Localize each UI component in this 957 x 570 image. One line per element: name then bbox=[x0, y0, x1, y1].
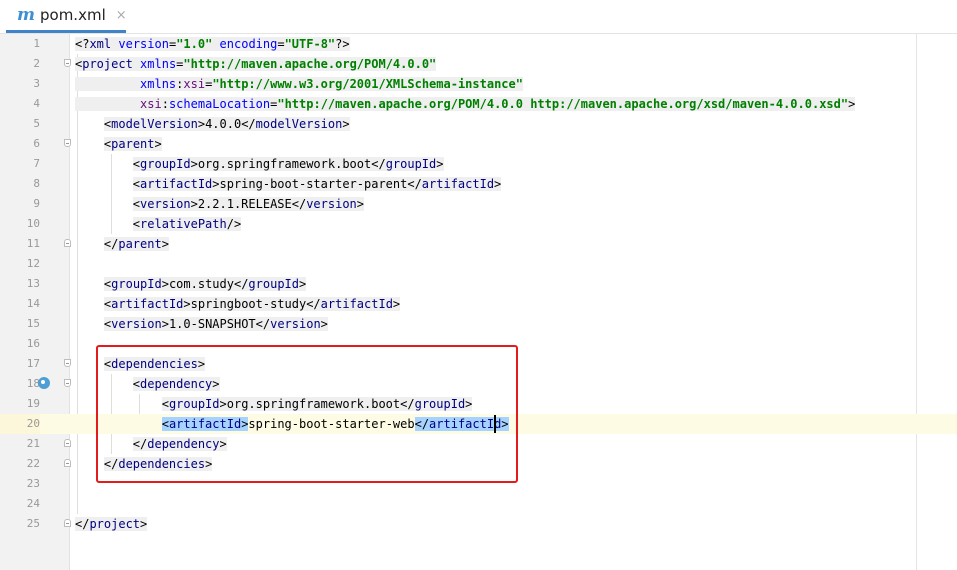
code-line[interactable]: 3 xmlns:xsi="http://www.w3.org/2001/XMLS… bbox=[0, 74, 957, 94]
tab-label: pom.xml bbox=[40, 6, 106, 24]
code-text[interactable]: <artifactId>springboot-study</artifactId… bbox=[75, 294, 401, 314]
code-text[interactable]: xsi:schemaLocation="http://maven.apache.… bbox=[75, 94, 856, 114]
line-number: 18 bbox=[26, 377, 40, 390]
code-text[interactable]: </parent> bbox=[75, 234, 169, 254]
fold-collapse-icon[interactable] bbox=[64, 139, 71, 147]
code-line[interactable]: 24 bbox=[0, 494, 957, 514]
line-number: 15 bbox=[26, 317, 40, 330]
code-line[interactable]: 4 xsi:schemaLocation="http://maven.apach… bbox=[0, 94, 957, 114]
code-line[interactable]: 6 <parent> bbox=[0, 134, 957, 154]
code-line[interactable]: 15 <version>1.0-SNAPSHOT</version> bbox=[0, 314, 957, 334]
line-number: 21 bbox=[26, 437, 40, 450]
line-number: 8 bbox=[33, 177, 40, 190]
maven-icon: m bbox=[17, 5, 35, 25]
line-number: 11 bbox=[26, 237, 40, 250]
fold-end-icon[interactable] bbox=[64, 239, 71, 247]
line-number: 25 bbox=[26, 517, 40, 530]
line-number: 3 bbox=[33, 77, 40, 90]
line-number: 22 bbox=[26, 457, 40, 470]
annotation-highlight-box bbox=[96, 345, 518, 483]
line-number: 6 bbox=[33, 137, 40, 150]
fold-end-icon[interactable] bbox=[64, 519, 71, 527]
close-icon[interactable]: × bbox=[116, 8, 127, 23]
code-text[interactable]: <groupId>com.study</groupId> bbox=[75, 274, 307, 294]
code-text[interactable]: <parent> bbox=[75, 134, 162, 154]
line-number: 4 bbox=[33, 97, 40, 110]
code-text[interactable]: <modelVersion>4.0.0</modelVersion> bbox=[75, 114, 350, 134]
code-line[interactable]: 8 <artifactId>spring-boot-starter-parent… bbox=[0, 174, 957, 194]
code-line[interactable]: 11 </parent> bbox=[0, 234, 957, 254]
fold-end-icon[interactable] bbox=[64, 459, 71, 467]
code-line[interactable]: 25 </project> bbox=[0, 514, 957, 534]
code-text[interactable]: <?xml version="1.0" encoding="UTF-8"?> bbox=[75, 34, 350, 54]
code-text[interactable]: <groupId>org.springframework.boot</group… bbox=[75, 154, 444, 174]
line-number: 13 bbox=[26, 277, 40, 290]
code-line[interactable]: 14 <artifactId>springboot-study</artifac… bbox=[0, 294, 957, 314]
code-text[interactable]: <version>1.0-SNAPSHOT</version> bbox=[75, 314, 328, 334]
line-number: 19 bbox=[26, 397, 40, 410]
line-number: 24 bbox=[26, 497, 40, 510]
line-number: 17 bbox=[26, 357, 40, 370]
line-number: 20 bbox=[0, 414, 40, 434]
editor-tab-bar: m pom.xml × bbox=[0, 0, 957, 34]
dependency-gutter-icon[interactable] bbox=[38, 377, 50, 389]
line-number: 14 bbox=[26, 297, 40, 310]
line-number: 23 bbox=[26, 477, 40, 490]
code-text[interactable]: <version>2.2.1.RELEASE</version> bbox=[75, 194, 365, 214]
code-line[interactable]: 1 <?xml version="1.0" encoding="UTF-8"?> bbox=[0, 34, 957, 54]
code-line[interactable]: 9 <version>2.2.1.RELEASE</version> bbox=[0, 194, 957, 214]
tab-pom-xml[interactable]: m pom.xml × bbox=[6, 0, 127, 33]
fold-collapse-icon[interactable] bbox=[64, 59, 71, 67]
code-editor[interactable]: 1 <?xml version="1.0" encoding="UTF-8"?> 2… bbox=[0, 34, 957, 570]
code-line[interactable]: 10 <relativePath/> bbox=[0, 214, 957, 234]
line-number: 2 bbox=[33, 57, 40, 70]
code-text[interactable]: xmlns:xsi="http://www.w3.org/2001/XMLSch… bbox=[75, 74, 523, 94]
code-line[interactable]: 12 bbox=[0, 254, 957, 274]
fold-end-icon[interactable] bbox=[64, 439, 71, 447]
line-number: 1 bbox=[33, 37, 40, 50]
code-text[interactable]: <relativePath/> bbox=[75, 214, 242, 234]
line-number: 9 bbox=[33, 197, 40, 210]
line-number: 10 bbox=[26, 217, 40, 230]
code-line[interactable]: 5 <modelVersion>4.0.0</modelVersion> bbox=[0, 114, 957, 134]
line-number: 5 bbox=[33, 117, 40, 130]
code-text[interactable]: <artifactId>spring-boot-starter-parent</… bbox=[75, 174, 502, 194]
code-text[interactable]: </project> bbox=[75, 514, 148, 534]
code-line[interactable]: 2 <project xmlns="http://maven.apache.org… bbox=[0, 54, 957, 74]
code-line[interactable]: 7 <groupId>org.springframework.boot</gro… bbox=[0, 154, 957, 174]
line-number: 12 bbox=[26, 257, 40, 270]
code-line[interactable]: 13 <groupId>com.study</groupId> bbox=[0, 274, 957, 294]
fold-collapse-icon[interactable] bbox=[64, 359, 71, 367]
fold-collapse-icon[interactable] bbox=[64, 379, 71, 387]
code-text[interactable]: <project xmlns="http://maven.apache.org/… bbox=[75, 54, 437, 74]
line-number: 16 bbox=[26, 337, 40, 350]
line-number: 7 bbox=[33, 157, 40, 170]
